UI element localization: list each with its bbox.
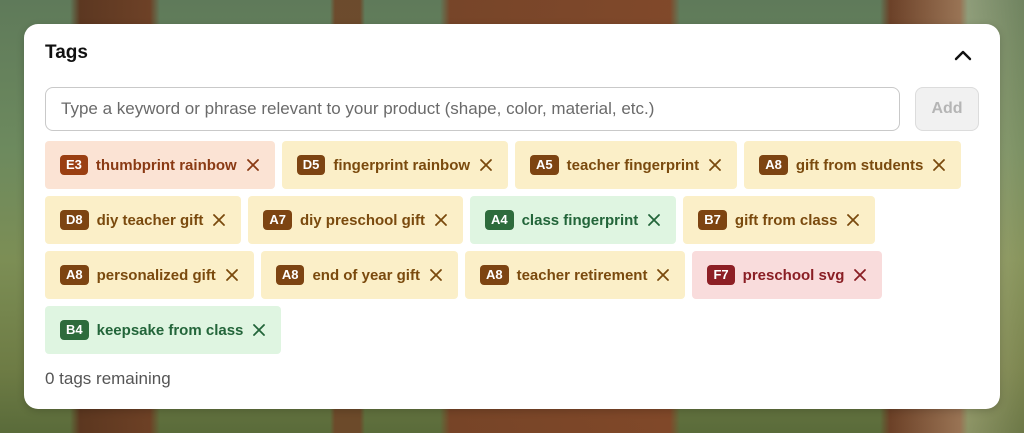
tag-chip[interactable]: A7 diy preschool gift (248, 196, 463, 244)
tag-row: D8 diy teacher gift A7 diy preschool gift A4… (45, 196, 979, 244)
tag-grade-badge: A4 (484, 210, 514, 230)
close-icon[interactable] (708, 158, 722, 172)
tag-row: E3 thumbprint rainbow D5 fingerprint rainbo… (45, 141, 979, 189)
tag-label: teacher fingerprint (566, 156, 700, 174)
tag-label: diy teacher gift (96, 211, 204, 229)
tag-label: gift from students (795, 156, 924, 174)
tag-grade-badge: D8 (60, 210, 89, 230)
tags-panel: Tags Add E3 thumbprint rainbow D5 fingerpri… (24, 24, 1000, 409)
tag-label: fingerprint rainbow (333, 156, 471, 174)
close-icon[interactable] (647, 213, 661, 227)
tag-grade-badge: A8 (479, 265, 509, 285)
close-icon[interactable] (434, 213, 448, 227)
tag-chip[interactable]: A5 teacher fingerprint (515, 141, 738, 189)
tag-chip[interactable]: A8 personalized gift (45, 251, 254, 299)
tag-chip[interactable]: D8 diy teacher gift (45, 196, 242, 244)
tag-row: B4 keepsake from class (45, 306, 979, 354)
tag-grade-badge: A7 (263, 210, 292, 230)
tag-chip[interactable]: A8 teacher retirement (464, 251, 686, 299)
close-icon[interactable] (932, 158, 946, 172)
tag-grade-badge: A8 (759, 155, 788, 175)
close-icon[interactable] (479, 158, 493, 172)
tag-label: class fingerprint (521, 211, 639, 229)
tag-chip[interactable]: A8 gift from students (744, 141, 962, 189)
tag-chip[interactable]: B4 keepsake from class (45, 306, 282, 354)
tag-grade-badge: F7 (707, 265, 735, 285)
chevron-up-icon[interactable] (952, 44, 974, 66)
tag-grade-badge: D5 (296, 155, 326, 175)
tag-grade-badge: A8 (60, 265, 89, 285)
close-icon[interactable] (246, 158, 260, 172)
tag-input-row: Add (45, 87, 979, 131)
tag-grade-badge: A8 (275, 265, 305, 285)
tag-chip[interactable]: B7 gift from class (683, 196, 876, 244)
tag-list: E3 thumbprint rainbow D5 fingerprint rainbo… (45, 141, 979, 361)
tag-label: preschool svg (742, 266, 845, 284)
panel-title: Tags (45, 42, 88, 63)
panel-header: Tags (45, 42, 980, 66)
close-icon[interactable] (656, 268, 670, 282)
close-icon[interactable] (853, 268, 867, 282)
tag-input[interactable] (45, 87, 900, 131)
tag-label: teacher retirement (516, 266, 648, 284)
tag-grade-badge: E3 (60, 155, 88, 175)
tag-row: A8 personalized gift A8 end of year gift A8 t… (45, 251, 979, 299)
close-icon[interactable] (225, 268, 239, 282)
tag-grade-badge: B4 (60, 320, 89, 340)
tag-chip[interactable]: E3 thumbprint rainbow (45, 141, 275, 189)
tag-label: keepsake from class (96, 321, 244, 339)
tag-chip[interactable]: A4 class fingerprint (469, 196, 677, 244)
close-icon[interactable] (212, 213, 226, 227)
tag-label: diy preschool gift (299, 211, 425, 229)
tag-chip[interactable]: F7 preschool svg (692, 251, 883, 299)
close-icon[interactable] (252, 323, 266, 337)
tags-remaining-text: 0 tags remaining (45, 369, 171, 388)
tag-chip[interactable]: D5 fingerprint rainbow (281, 141, 509, 189)
tag-label: personalized gift (96, 266, 216, 284)
tag-chip[interactable]: A8 end of year gift (260, 251, 458, 299)
tag-grade-badge: A5 (530, 155, 559, 175)
close-icon[interactable] (429, 268, 443, 282)
close-icon[interactable] (846, 213, 860, 227)
add-button[interactable]: Add (915, 87, 979, 131)
tag-grade-badge: B7 (698, 210, 727, 230)
tag-label: thumbprint rainbow (95, 156, 237, 174)
tag-label: gift from class (734, 211, 838, 229)
tag-label: end of year gift (312, 266, 420, 284)
